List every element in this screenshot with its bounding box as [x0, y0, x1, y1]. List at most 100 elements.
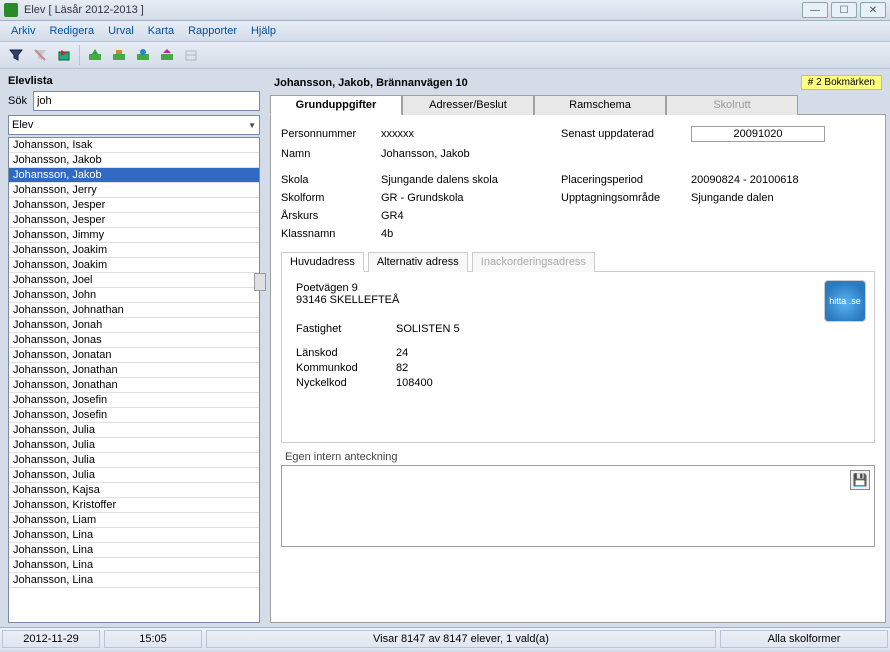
label-placering: Placeringsperiod	[561, 174, 691, 186]
list-item[interactable]: Johansson, Kajsa	[9, 483, 259, 498]
left-heading: Elevlista	[4, 73, 264, 91]
list-item[interactable]: Johansson, Jesper	[9, 213, 259, 228]
minimize-button[interactable]: —	[802, 2, 828, 18]
list-item[interactable]: Johansson, Jakob	[9, 168, 259, 183]
menu-redigera[interactable]: Redigera	[42, 25, 101, 37]
value-skola: Sjungande dalens skola	[381, 174, 561, 186]
tab-adresser[interactable]: Adresser/Beslut	[402, 95, 534, 115]
note-group: Egen intern anteckning 💾	[281, 451, 875, 547]
tool-icon-4[interactable]	[85, 45, 105, 65]
list-item[interactable]: Johansson, Jonah	[9, 318, 259, 333]
list-type-dropdown[interactable]: Elev▼	[8, 115, 260, 135]
label-lanskod: Länskod	[296, 347, 396, 359]
list-item[interactable]: Johansson, Jonas	[9, 333, 259, 348]
note-textarea[interactable]: 💾	[281, 465, 875, 547]
list-item[interactable]: Johansson, Lina	[9, 528, 259, 543]
status-bar: 2012-11-29 15:05 Visar 8147 av 8147 elev…	[0, 627, 890, 650]
menu-arkiv[interactable]: Arkiv	[4, 25, 42, 37]
list-item[interactable]: Johansson, Lina	[9, 543, 259, 558]
status-filter: Alla skolformer	[720, 630, 888, 648]
label-skola: Skola	[281, 174, 381, 186]
list-item[interactable]: Johansson, Jonatan	[9, 348, 259, 363]
list-item[interactable]: Johansson, Jakob	[9, 153, 259, 168]
value-nyckelkod: 108400	[396, 377, 433, 389]
label-senast: Senast uppdaterad	[561, 128, 691, 140]
list-item[interactable]: Johansson, Josefin	[9, 408, 259, 423]
list-item[interactable]: Johansson, Jonathan	[9, 363, 259, 378]
right-panel: Johansson, Jakob, Brännanvägen 10 # 2 Bo…	[270, 73, 886, 623]
menu-hjalp[interactable]: Hjälp	[244, 25, 283, 37]
list-item[interactable]: Johansson, Josefin	[9, 393, 259, 408]
label-skolform: Skolform	[281, 192, 381, 204]
list-item[interactable]: Johansson, Isak	[9, 138, 259, 153]
student-listbox[interactable]: Johansson, IsakJohansson, JakobJohansson…	[8, 137, 260, 623]
label-nyckelkod: Nyckelkod	[296, 377, 396, 389]
window-title: Elev [ Läsår 2012-2013 ]	[24, 4, 144, 16]
list-item[interactable]: Johansson, Kristoffer	[9, 498, 259, 513]
status-count: Visar 8147 av 8147 elever, 1 vald(a)	[206, 630, 716, 648]
address-box: hitta .se Poetvägen 9 93146 SKELLEFTEÅ F…	[281, 272, 875, 443]
value-klass: 4b	[381, 228, 561, 240]
value-skolform: GR - Grundskola	[381, 192, 561, 204]
status-date: 2012-11-29	[2, 630, 100, 648]
save-note-button[interactable]: 💾	[850, 470, 870, 490]
window-titlebar: Elev [ Läsår 2012-2013 ] — ☐ ✕	[0, 0, 890, 21]
tool-icon-8[interactable]	[181, 45, 201, 65]
main-tabs: Grunduppgifter Adresser/Beslut Ramschema…	[270, 94, 886, 114]
app-icon	[4, 3, 18, 17]
tool-icon-6[interactable]	[133, 45, 153, 65]
list-item[interactable]: Johansson, Joel	[9, 273, 259, 288]
list-item[interactable]: Johansson, Julia	[9, 438, 259, 453]
list-item[interactable]: Johansson, Lina	[9, 558, 259, 573]
toolbar	[0, 42, 890, 69]
value-senast: 20091020	[691, 126, 825, 142]
address-tabs: Huvudadress Alternativ adress Inackorder…	[281, 251, 875, 272]
subtab-inackordering: Inackorderingsadress	[472, 252, 595, 272]
list-item[interactable]: Johansson, Liam	[9, 513, 259, 528]
menu-bar: Arkiv Redigera Urval Karta Rapporter Hjä…	[0, 21, 890, 42]
status-time: 15:05	[104, 630, 202, 648]
list-item[interactable]: Johansson, Lina	[9, 573, 259, 588]
list-item[interactable]: Johansson, Johnathan	[9, 303, 259, 318]
left-panel: Elevlista Sök Elev▼ Johansson, IsakJohan…	[4, 73, 264, 623]
bookmark-badge[interactable]: # 2 Bokmärken	[801, 75, 882, 90]
menu-urval[interactable]: Urval	[101, 25, 141, 37]
label-fastighet: Fastighet	[296, 323, 396, 335]
list-item[interactable]: Johansson, Jerry	[9, 183, 259, 198]
tab-ramschema[interactable]: Ramschema	[534, 95, 666, 115]
label-kommunkod: Kommunkod	[296, 362, 396, 374]
hitta-icon[interactable]: hitta .se	[824, 280, 866, 322]
list-item[interactable]: Johansson, Joakim	[9, 258, 259, 273]
tab-grunduppgifter[interactable]: Grunduppgifter	[270, 95, 402, 115]
value-placering: 20090824 - 20100618	[691, 174, 841, 186]
list-item[interactable]: Johansson, Julia	[9, 453, 259, 468]
list-item[interactable]: Johansson, Jesper	[9, 198, 259, 213]
search-input[interactable]	[33, 91, 260, 111]
clear-filter-icon[interactable]	[30, 45, 50, 65]
detail-title: Johansson, Jakob, Brännanvägen 10	[274, 77, 801, 89]
value-arskurs: GR4	[381, 210, 561, 222]
list-item[interactable]: Johansson, Jonathan	[9, 378, 259, 393]
chevron-down-icon: ▼	[248, 121, 256, 130]
list-item[interactable]: Johansson, Julia	[9, 423, 259, 438]
label-klass: Klassnamn	[281, 228, 381, 240]
tool-icon-7[interactable]	[157, 45, 177, 65]
menu-rapporter[interactable]: Rapporter	[181, 25, 244, 37]
maximize-button[interactable]: ☐	[831, 2, 857, 18]
label-upptag: Upptagningsområde	[561, 192, 691, 204]
tool-icon-5[interactable]	[109, 45, 129, 65]
filter-icon[interactable]	[6, 45, 26, 65]
tab-skolrutt[interactable]: Skolrutt	[666, 95, 798, 115]
close-button[interactable]: ✕	[860, 2, 886, 18]
list-item[interactable]: Johansson, Julia	[9, 468, 259, 483]
subtab-huvudadress[interactable]: Huvudadress	[281, 252, 364, 272]
list-item[interactable]: Johansson, John	[9, 288, 259, 303]
note-label: Egen intern anteckning	[281, 451, 875, 463]
tool-icon-3[interactable]	[54, 45, 74, 65]
list-item[interactable]: Johansson, Jimmy	[9, 228, 259, 243]
menu-karta[interactable]: Karta	[141, 25, 181, 37]
splitter-handle[interactable]	[254, 273, 266, 291]
value-upptag: Sjungande dalen	[691, 192, 841, 204]
subtab-alternativ[interactable]: Alternativ adress	[368, 252, 468, 272]
list-item[interactable]: Johansson, Joakim	[9, 243, 259, 258]
